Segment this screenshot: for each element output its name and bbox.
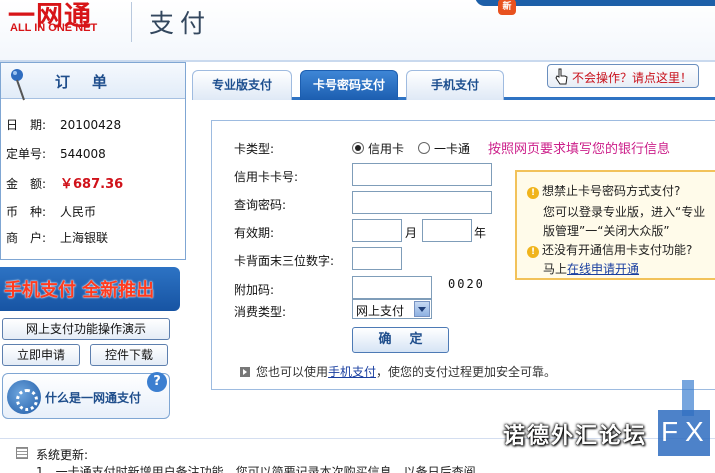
watermark-text: 诺德外汇论坛: [503, 424, 648, 449]
page-title: 支付: [149, 9, 212, 38]
cvv-input[interactable]: [352, 247, 402, 270]
order-row-currency: 币 种: 人民币: [6, 203, 96, 220]
pushpin-icon: [11, 69, 25, 101]
header: 一网通 ALL IN ONE NET 支付: [0, 0, 715, 62]
download-control-button[interactable]: 控件下载: [90, 344, 168, 366]
system-update-label: 系统更新:: [36, 448, 89, 462]
order-row-number: 定单号: 544008: [6, 145, 106, 162]
logo[interactable]: 一网通 ALL IN ONE NET: [4, 0, 122, 46]
order-value: 544008: [60, 147, 106, 161]
tip-suffix: ，使您的支付过程更加安全可靠。: [376, 365, 557, 379]
confirm-button[interactable]: 确定: [352, 327, 449, 353]
order-amount: ￥687.36: [60, 177, 124, 192]
expiry-month-input[interactable]: [352, 219, 402, 242]
help-button[interactable]: 不会操作？请点这里！: [547, 64, 699, 88]
extra-code-label: 附加码:: [234, 283, 275, 297]
order-key: 金 额:: [6, 177, 47, 191]
card-number-input[interactable]: [352, 163, 492, 186]
notice-icon: [16, 447, 28, 459]
tab-card-password[interactable]: 卡号密码支付: [300, 70, 398, 100]
info-line-1: ! 想禁止卡号密码方式支付?: [527, 182, 680, 199]
radio-onecard-label: 一卡通: [434, 142, 471, 156]
year-unit: 年: [474, 226, 487, 240]
chevron-down-icon[interactable]: [414, 301, 430, 317]
info-bulb-icon: !: [527, 187, 539, 199]
demo-button[interactable]: 网上支付功能操作演示: [2, 318, 170, 340]
watermark-letter-f: F: [661, 416, 679, 447]
info-box: ! 想禁止卡号密码方式支付? 您可以登录专业版，进入“专业 版管理”一“关闭大众版…: [515, 170, 715, 280]
order-row-merchant: 商 户: 上海银联: [6, 229, 108, 246]
watermark-letter-x: X: [685, 416, 704, 447]
order-key: 币 种:: [6, 205, 47, 219]
hand-pointer-icon: [555, 68, 568, 85]
question-icon: ?: [147, 372, 167, 392]
order-key: 定单号:: [6, 147, 47, 161]
month-unit: 月: [405, 226, 418, 240]
header-divider: [131, 2, 132, 42]
apply-now-button[interactable]: 立即申请: [2, 344, 80, 366]
payment-page: { "header": { "logo_cn": "一网通", "logo_en…: [0, 0, 715, 473]
cvv-label: 卡背面末三位数字:: [234, 254, 335, 268]
consume-type-label: 消费类型:: [234, 305, 287, 319]
consume-type-select[interactable]: 网上支付: [352, 299, 432, 319]
tip-prefix: 您也可以使用: [256, 365, 329, 379]
order-value: 20100428: [60, 118, 122, 132]
expiry-year-input[interactable]: [422, 219, 472, 242]
info-text-4: 还没有开通信用卡支付功能?: [542, 243, 693, 257]
sidebar: 订单 日 期: 20100428 定单号: 544008 金 额: ￥687.36 币…: [0, 62, 186, 422]
info-text-5: 马上: [543, 262, 568, 276]
dial-icon: [7, 380, 41, 414]
tab-professional[interactable]: 专业版支付: [192, 70, 292, 100]
system-update-text: 1、一卡通支付时新增用户备注功能，您可以简要记录本次购买信息，以备日后查阅。: [36, 465, 488, 473]
new-badge: 新: [498, 0, 516, 15]
info-bulb-icon: !: [527, 246, 539, 258]
watermark-fx-box: F X: [658, 410, 710, 456]
order-row-date: 日 期: 20100428: [6, 116, 121, 133]
tab-mobile[interactable]: 手机支付: [406, 70, 504, 100]
mobile-pay-tip: 您也可以使用手机支付，使您的支付过程更加安全可靠。: [240, 363, 556, 380]
info-line-5: 马上在线申请开通: [543, 260, 639, 277]
order-key: 日 期:: [6, 118, 47, 132]
order-value: 人民币: [60, 205, 97, 219]
info-line-4: ! 还没有开通信用卡支付功能?: [527, 241, 692, 258]
extra-code-input[interactable]: [352, 276, 432, 299]
order-row-amount: 金 额: ￥687.36: [6, 173, 123, 192]
query-password-input[interactable]: [352, 191, 492, 214]
query-password-label: 查询密码:: [234, 198, 287, 212]
info-text-1: 想禁止卡号密码方式支付?: [542, 184, 681, 198]
radio-credit-card[interactable]: [352, 142, 364, 154]
mobile-pay-promo-banner[interactable]: 手机支付 全新推出: [0, 267, 180, 311]
apply-online-link[interactable]: 在线申请开通: [567, 262, 639, 276]
order-title: 订单: [55, 73, 130, 91]
logo-en: ALL IN ONE NET: [10, 22, 98, 34]
promo-text: 手机支付 全新推出: [4, 280, 155, 301]
captcha-code: 0020: [448, 277, 485, 291]
consume-type-value: 网上支付: [356, 304, 405, 318]
expiry-label: 有效期:: [234, 226, 275, 240]
order-header: 订单: [1, 63, 185, 101]
card-type-label: 卡类型:: [234, 142, 275, 156]
info-line-2: 您可以登录专业版，进入“专业: [543, 205, 706, 219]
order-value: 上海银联: [60, 231, 109, 245]
card-number-label: 信用卡卡号:: [234, 170, 299, 184]
what-is-label: 什么是一网通支付: [45, 391, 142, 405]
order-key: 商 户:: [6, 231, 47, 245]
arrow-right-icon: [240, 367, 250, 377]
form-hint: 按照网页要求填写您的银行信息: [488, 142, 671, 157]
help-button-label: 不会操作？请点这里！: [572, 71, 693, 85]
what-is-onenet-button[interactable]: 什么是一网通支付 ?: [2, 372, 170, 419]
radio-credit-label: 信用卡: [368, 142, 405, 156]
info-line-3: 版管理”一“关闭大众版”: [543, 224, 670, 238]
radio-onecard[interactable]: [418, 142, 430, 154]
mobile-pay-link[interactable]: 手机支付: [328, 365, 376, 379]
order-panel: 订单 日 期: 20100428 定单号: 544008 金 额: ￥687.36 币…: [0, 62, 186, 260]
